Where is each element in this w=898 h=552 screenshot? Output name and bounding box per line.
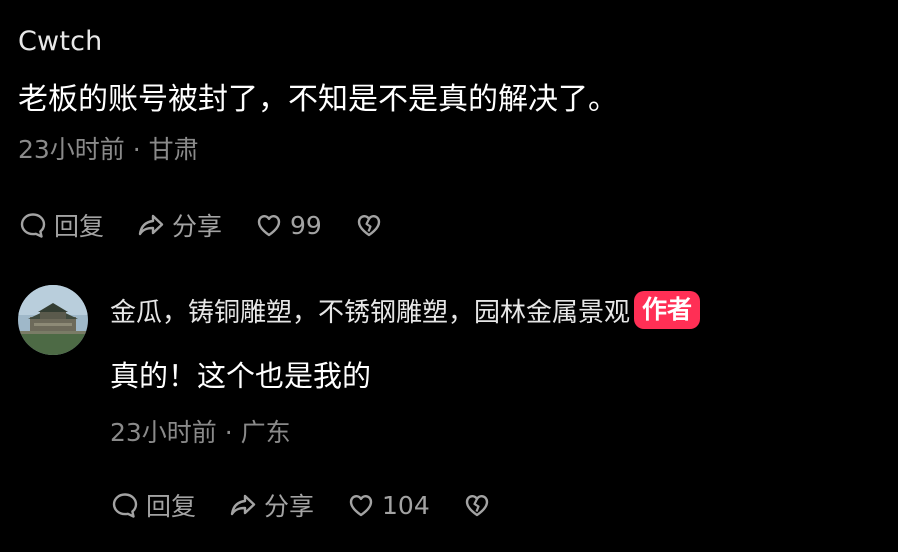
reply-button[interactable]: 回复 — [18, 207, 104, 243]
share-arrow-icon — [136, 210, 166, 240]
top-comment: Cwtch 老板的账号被封了，不知是不是真的解决了。 23小时前 · 甘肃 — [18, 22, 880, 168]
heart-icon — [254, 210, 284, 240]
like-count: 104 — [382, 490, 430, 520]
reply-actions: 回复 分享 104 — [110, 485, 888, 525]
comment-bubble-icon — [110, 490, 140, 520]
broken-heart-icon — [462, 490, 492, 520]
comment-actions: 回复 分享 99 — [18, 205, 384, 245]
like-count: 99 — [290, 210, 322, 240]
heart-icon — [346, 490, 376, 520]
broken-heart-icon — [354, 210, 384, 240]
comment-text: 老板的账号被封了，不知是不是真的解决了。 — [18, 82, 618, 117]
reply-meta: 23小时前 · 广东 — [110, 418, 291, 447]
comment-username[interactable]: Cwtch — [18, 22, 880, 62]
like-button[interactable]: 104 — [346, 490, 430, 520]
share-arrow-icon — [228, 490, 258, 520]
reply-label: 回复 — [54, 212, 105, 241]
reply-text: 真的！这个也是我的 — [110, 359, 372, 393]
share-label: 分享 — [172, 212, 223, 241]
reply-label: 回复 — [146, 492, 197, 521]
reply-button[interactable]: 回复 — [110, 487, 196, 523]
share-label: 分享 — [264, 492, 315, 521]
dislike-button[interactable] — [462, 490, 492, 520]
avatar[interactable] — [18, 285, 88, 355]
like-button[interactable]: 99 — [254, 210, 322, 240]
dislike-button[interactable] — [354, 210, 384, 240]
comment-bubble-icon — [18, 210, 48, 240]
author-badge: 作者 — [634, 291, 701, 329]
share-button[interactable]: 分享 — [228, 487, 314, 523]
comment-meta: 23小时前 · 甘肃 — [18, 135, 199, 164]
reply-username[interactable]: 金瓜，铸铜雕塑，不锈钢雕塑，园林金属景观 — [110, 292, 630, 329]
share-button[interactable]: 分享 — [136, 207, 222, 243]
